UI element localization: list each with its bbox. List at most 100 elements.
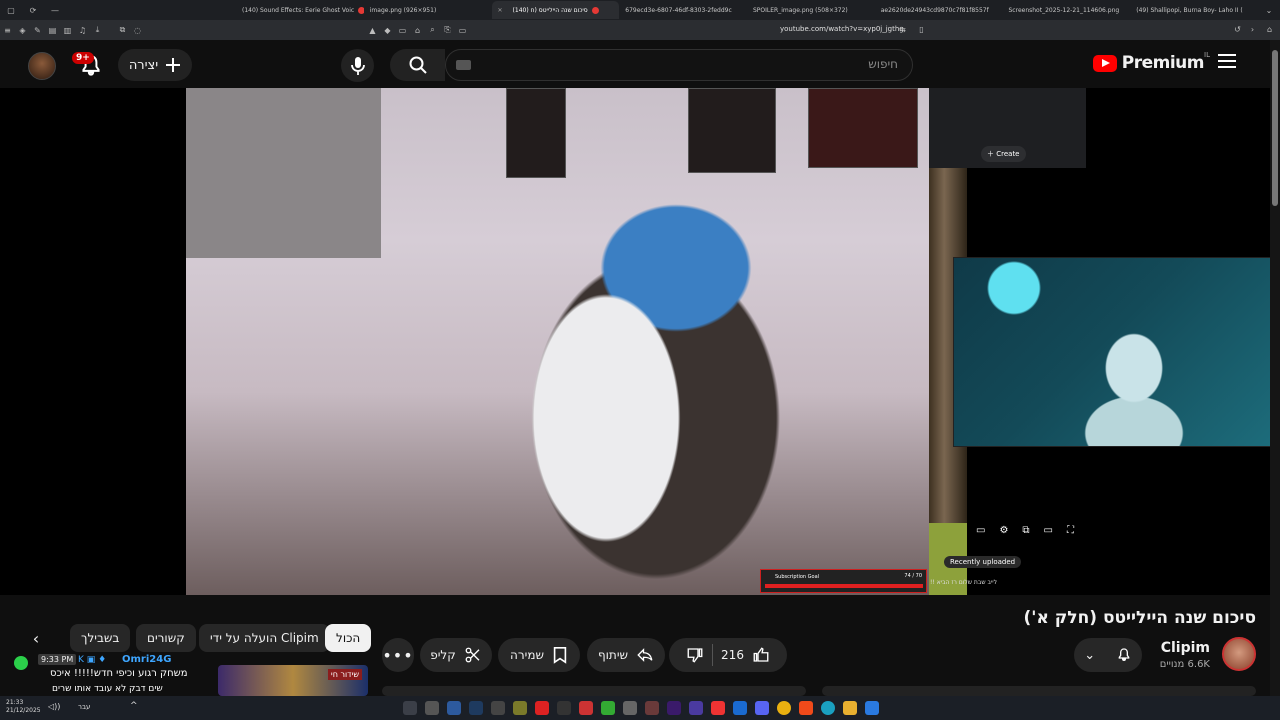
tab-1[interactable]: image.png (926×951) (364, 1, 492, 19)
shield-icon[interactable]: ◈ (15, 26, 30, 35)
chat-icon[interactable]: ◌ (130, 26, 145, 35)
sidebar-icon[interactable]: ▥ (60, 26, 75, 35)
scissors-icon (465, 647, 480, 663)
app-icon-6[interactable] (513, 701, 527, 715)
app-icon-1[interactable] (403, 701, 417, 715)
brush-icon[interactable]: ✎ (30, 26, 45, 35)
dislike-icon[interactable] (686, 646, 704, 664)
taskbar-clock[interactable]: 21:33 21/12/2025 (6, 699, 41, 715)
clip-button[interactable]: קליפ (420, 638, 492, 672)
tab-actions-icon[interactable]: ⟳ (22, 6, 44, 15)
share-button[interactable]: שיתוף (587, 638, 665, 672)
fullscreen-icon: ⛶ (1067, 524, 1074, 536)
youtube-premium-logo[interactable]: Premium IL (1092, 51, 1210, 73)
channel-avatar[interactable] (1222, 637, 1256, 671)
app-icon-8[interactable] (557, 701, 571, 715)
search-input[interactable] (518, 57, 898, 71)
tab-3[interactable]: 679ecd3e-6807-46df-8303-2fedd9c (619, 1, 747, 19)
app-icon-12[interactable] (645, 701, 659, 715)
forward-icon[interactable]: › (1245, 25, 1260, 34)
tab-active[interactable]: ✕ (140) סיכום שנה היילייטס (ח (491, 1, 620, 19)
recommended-thumbnail[interactable]: שידור חי (218, 665, 368, 696)
edge-icon[interactable] (821, 701, 835, 715)
new-tab-icon[interactable]: ⌄ (1258, 6, 1280, 15)
app-icon-15[interactable] (711, 701, 725, 715)
app-icon-9[interactable] (579, 701, 593, 715)
brave-icon[interactable] (799, 701, 813, 715)
sub-goal-count: 74 / 70 (904, 573, 922, 579)
app-icon-5[interactable] (491, 701, 505, 715)
chip-uploaded-by[interactable]: הועלה על ידי Clipim (199, 624, 330, 652)
app-icon-3[interactable] (447, 701, 461, 715)
page-scrollbar[interactable] (1270, 40, 1280, 696)
voice-search-button[interactable] (341, 49, 374, 82)
back-icon[interactable]: ↺ (1230, 25, 1245, 34)
window-menu-icon[interactable]: ▢ (0, 6, 22, 15)
like-count: 216 (721, 648, 744, 662)
pip-icon[interactable]: ▭ (455, 26, 470, 35)
zoom-icon[interactable]: ⌕ (425, 25, 440, 35)
more-actions-button[interactable]: ••• (382, 638, 414, 672)
keyboard-icon[interactable] (456, 60, 471, 70)
wall-poster (506, 88, 566, 178)
brave-shield-icon[interactable]: ◆ (380, 26, 395, 35)
app-icon-16[interactable] (733, 701, 747, 715)
tab-title: (49) Shallipopi, Burna Boy- Laho II ( (1136, 6, 1243, 14)
folder-icon[interactable] (843, 701, 857, 715)
input-language[interactable]: עבר (78, 703, 90, 711)
logo-text: Premium (1121, 53, 1205, 73)
menu-icon[interactable]: ≡ (0, 26, 15, 35)
tab-5[interactable]: ae2620de24943cd9870c7f81f8557f (875, 1, 1003, 19)
tab-0[interactable]: (140) Sound Effects: Eerie Ghost Voic (236, 1, 364, 19)
minimize-icon[interactable]: — (44, 6, 66, 15)
app-icon-14[interactable] (689, 701, 703, 715)
guide-menu-icon[interactable] (1218, 54, 1236, 68)
screenshot-icon[interactable]: ⧉ (115, 25, 130, 35)
chevron-left-icon[interactable]: ‹ (24, 626, 48, 650)
chip-for-you[interactable]: בשבילך (70, 624, 131, 652)
tab-7[interactable]: (49) Shallipopi, Burna Boy- Laho II ( (1130, 1, 1258, 19)
app-icon-2[interactable] (425, 701, 439, 715)
start-icon[interactable] (865, 701, 879, 715)
download-icon[interactable]: ⤓ (90, 25, 105, 35)
warning-icon[interactable]: ▲ (365, 26, 380, 35)
like-icon[interactable] (752, 646, 770, 664)
tab-title: Screenshot_2025-12-21_114606.png (1008, 6, 1120, 14)
tray-chevron-icon[interactable]: ^ (130, 701, 138, 711)
app-icon-7[interactable] (535, 701, 549, 715)
tab-6[interactable]: Screenshot_2025-12-21_114606.png (1003, 1, 1131, 19)
chip-related[interactable]: קשורים (136, 624, 196, 652)
create-button[interactable]: יצירה (118, 49, 192, 81)
channel-name[interactable]: Clipim (1161, 640, 1210, 656)
chip-all[interactable]: הכול (325, 624, 372, 652)
bookmark-icon[interactable]: ▯ (914, 25, 929, 34)
overlay-create-label: Create (996, 150, 1020, 158)
swap-icon[interactable]: ⇆ (895, 25, 910, 34)
subscribed-bell-button[interactable]: ⌄ (1074, 638, 1142, 672)
app-icon-17[interactable] (755, 701, 769, 715)
tab-4[interactable]: SPOILER_image.png (508×372) (747, 1, 875, 19)
home-icon[interactable]: ⌂ (1262, 25, 1277, 34)
chat-username[interactable]: Omri24G (122, 654, 171, 665)
video-player[interactable]: ＋ Create ▭ ⚙ ⧉ ▭ ⛶ Recently uploaded !! … (0, 88, 1270, 595)
music-icon[interactable]: ♫ (75, 26, 90, 35)
scrollbar-thumb[interactable] (1272, 50, 1278, 206)
app-icon-10[interactable] (601, 701, 615, 715)
app-icon-4[interactable] (469, 701, 483, 715)
save-button[interactable]: שמירה (498, 638, 580, 672)
reader-icon[interactable]: ▭ (395, 26, 410, 35)
like-dislike-button[interactable]: 216 (669, 638, 787, 672)
chrome-icon[interactable] (777, 701, 791, 715)
app-icon-11[interactable] (623, 701, 637, 715)
recently-uploaded-chip: Recently uploaded (944, 556, 1022, 568)
account-avatar[interactable] (28, 52, 56, 80)
close-tab-icon[interactable]: ✕ (498, 7, 503, 14)
tab-title: SPOILER_image.png (508×372) (753, 6, 848, 14)
url-field[interactable]: youtube.com/watch?v=xyp0j_jgthg (780, 25, 904, 33)
split-icon[interactable]: ▤ (45, 26, 60, 35)
search-button[interactable] (390, 49, 445, 81)
translate-icon[interactable]: ⎘ (440, 25, 455, 35)
lock-icon[interactable]: ⌂ (410, 26, 425, 35)
app-icon-13[interactable] (667, 701, 681, 715)
volume-icon[interactable]: ◁)) (48, 702, 60, 711)
